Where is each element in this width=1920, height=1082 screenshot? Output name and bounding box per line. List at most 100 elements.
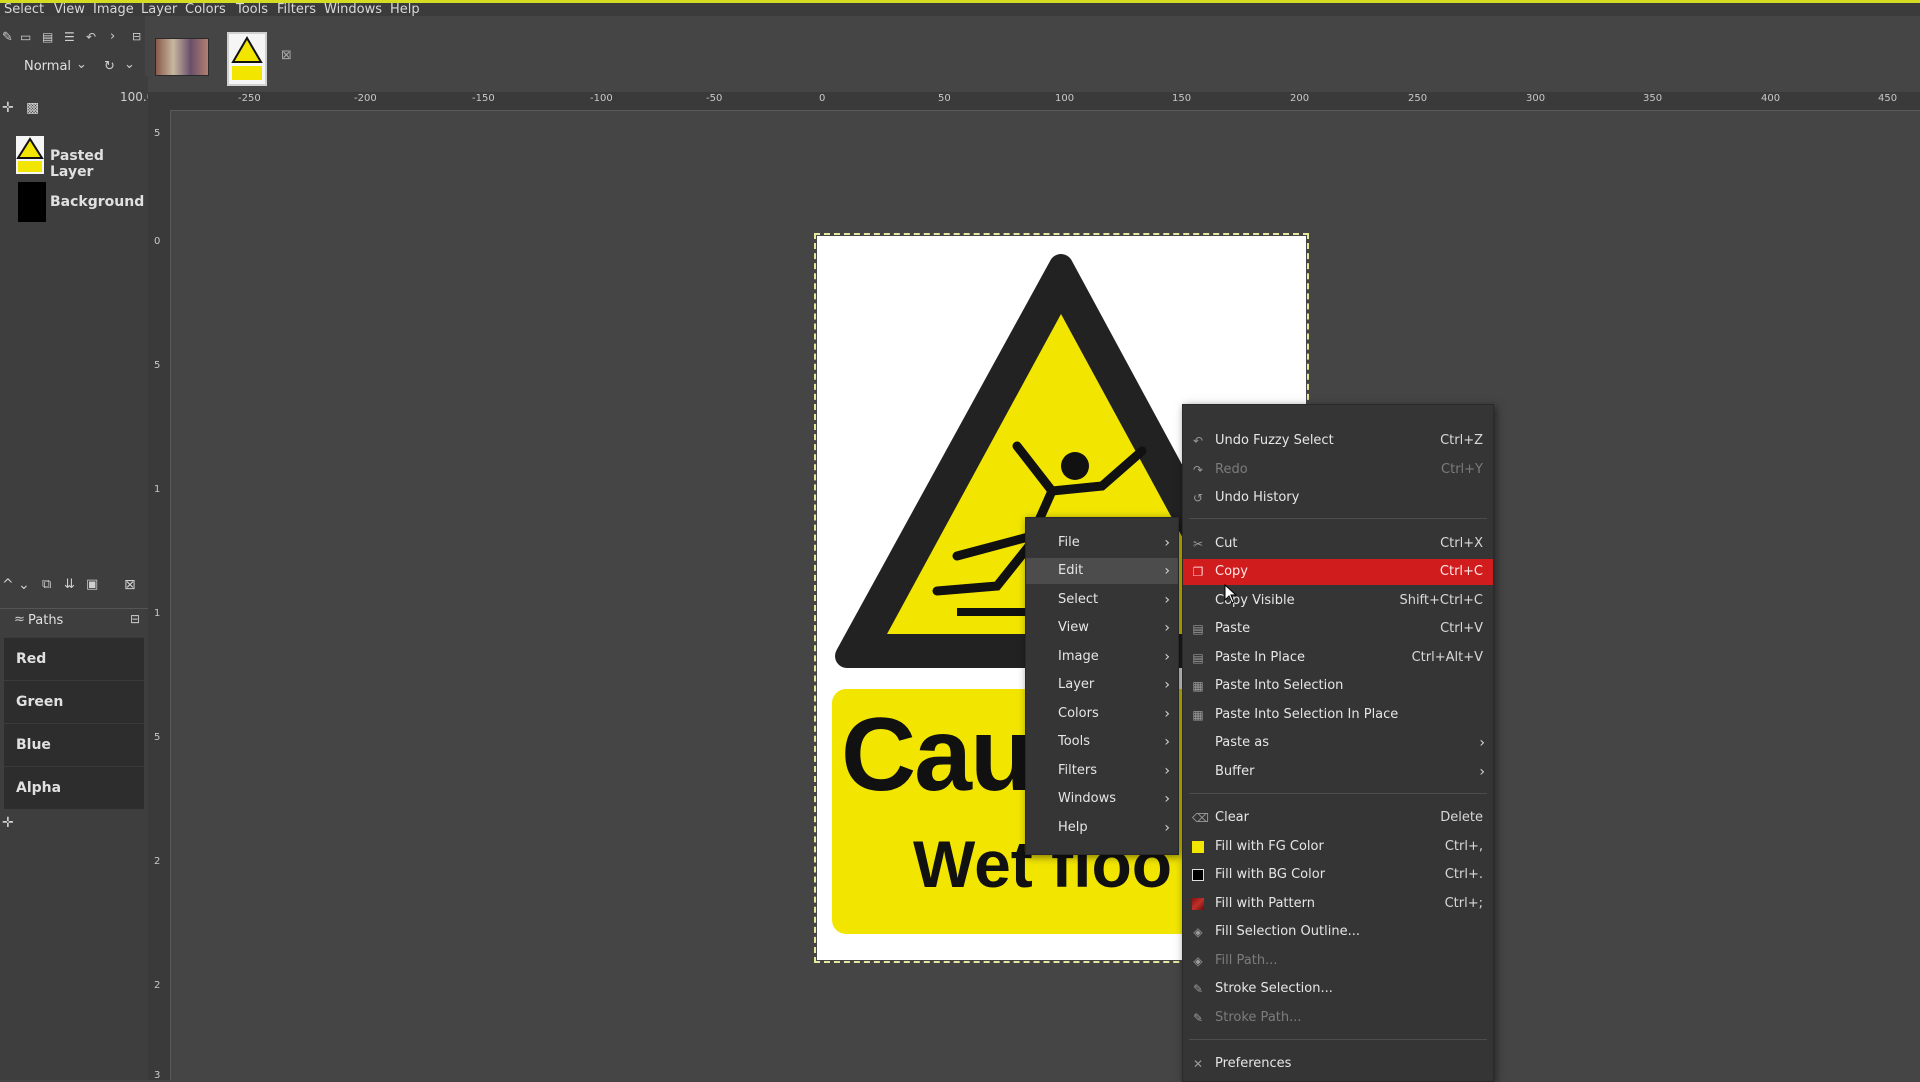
list-icon[interactable]: ☰	[64, 30, 75, 44]
paths-icon: ≈	[14, 612, 25, 627]
edit-buffer[interactable]: Buffer ›	[1183, 759, 1493, 785]
menubar-tools[interactable]: Tools	[236, 3, 268, 16]
chevron-right-icon: ›	[1164, 820, 1170, 836]
menubar-view[interactable]: View	[54, 3, 85, 16]
context-menu-filters[interactable]: Filters ›	[1026, 758, 1178, 784]
menubar-select[interactable]: Select	[4, 3, 44, 16]
context-menu-image[interactable]: Image ›	[1026, 644, 1178, 670]
chevron-right-icon[interactable]: ›	[110, 29, 115, 44]
dock-menu-icon[interactable]: ⊟	[132, 30, 141, 43]
context-menu-windows[interactable]: Windows ›	[1026, 786, 1178, 812]
paste-icon: ▤	[1192, 622, 1204, 636]
channel-row-alpha[interactable]: Alpha	[4, 766, 144, 809]
context-menu-view[interactable]: View ›	[1026, 615, 1178, 641]
stroke-icon: ✎	[1192, 982, 1204, 996]
tab-menu-icon[interactable]: ⊟	[130, 612, 140, 626]
mouse-cursor-icon	[1224, 584, 1238, 604]
edit-copy[interactable]: ❐ Copy Ctrl+C	[1183, 559, 1493, 585]
tool-options-bar: ✎ ▭ ▤ ☰ ↶ › ⊟ Normal ⌄ ↻ ⌄	[0, 16, 145, 76]
edit-preferences[interactable]: ✕ Preferences	[1183, 1051, 1493, 1077]
chevron-down-icon[interactable]: ⌄	[124, 57, 135, 72]
channel-row-blue[interactable]: Blue	[4, 723, 144, 766]
delete-icon[interactable]: ⊠	[124, 577, 136, 593]
eraser-icon: ⌫	[1192, 811, 1209, 825]
edit-paste-in-place[interactable]: ▤ Paste In Place Ctrl+Alt+V	[1183, 645, 1493, 671]
menu-separator	[1189, 1039, 1487, 1040]
edit-undo[interactable]: ↶ Undo Fuzzy Select Ctrl+Z	[1183, 428, 1493, 454]
chevron-down-icon[interactable]: ⌄	[18, 577, 30, 593]
context-menu-file[interactable]: File ›	[1026, 530, 1178, 556]
duplicate-icon[interactable]: ⧉	[42, 577, 51, 592]
chevron-right-icon: ›	[1164, 592, 1170, 608]
edit-cut[interactable]: ✂ Cut Ctrl+X	[1183, 531, 1493, 557]
edit-undo-history[interactable]: ↺ Undo History	[1183, 485, 1493, 511]
undo-icon: ↶	[1192, 434, 1204, 448]
channel-row-green[interactable]: Green	[4, 680, 144, 723]
stroke-icon: ✎	[1192, 1011, 1204, 1025]
ruler-left[interactable]: 5 0 5 1 1 5 2 2 3	[148, 110, 171, 1081]
context-menu-edit[interactable]: Edit ›	[1026, 558, 1178, 584]
undo-icon[interactable]: ↶	[86, 30, 96, 44]
move-icon[interactable]: ✛	[2, 100, 14, 116]
mode-select[interactable]: Normal	[24, 59, 71, 74]
checker-icon[interactable]: ▩	[26, 100, 39, 116]
menubar-help[interactable]: Help	[390, 3, 420, 16]
chevron-right-icon: ›	[1164, 677, 1170, 693]
edit-stroke-selection[interactable]: ✎ Stroke Selection...	[1183, 976, 1493, 1002]
context-menu-tools[interactable]: Tools ›	[1026, 729, 1178, 755]
paste-icon: ▤	[1192, 651, 1204, 665]
edit-fill-pattern[interactable]: Fill with Pattern Ctrl+;	[1183, 891, 1493, 917]
edit-stroke-path[interactable]: ✎ Stroke Path...	[1183, 1005, 1493, 1031]
ruler-top[interactable]: -250 -200 -150 -100 -50 0 50 100 150 200…	[158, 92, 1920, 111]
image-tab-thumbnail-1[interactable]	[155, 38, 209, 76]
menubar-image[interactable]: Image	[93, 3, 134, 16]
edit-paste-into-selection[interactable]: ▦ Paste Into Selection	[1183, 673, 1493, 699]
edit-paste-into-selection-in-place[interactable]: ▦ Paste Into Selection In Place	[1183, 702, 1493, 728]
edit-paste[interactable]: ▤ Paste Ctrl+V	[1183, 616, 1493, 642]
context-menu-help[interactable]: Help ›	[1026, 815, 1178, 841]
menubar-layer[interactable]: Layer	[141, 3, 177, 16]
menubar-windows[interactable]: Windows	[324, 3, 382, 16]
layer-row-background[interactable]: Background	[10, 180, 145, 224]
menubar-colors[interactable]: Colors	[185, 3, 226, 16]
context-menu: File › Edit › Select › View › Image › Layer › …	[1025, 517, 1179, 855]
chevron-right-icon: ›	[1164, 649, 1170, 665]
pattern-swatch-icon	[1192, 898, 1204, 910]
tools-icon: ✕	[1192, 1057, 1204, 1071]
anchor-icon[interactable]: ⇊	[64, 577, 75, 592]
layers-action-bar: ^ ⌄ ⧉ ⇊ ▣ ⊠	[0, 575, 148, 599]
layer-name: Background	[50, 194, 145, 210]
chevron-right-icon: ›	[1164, 563, 1170, 579]
edit-fill-selection-outline[interactable]: ◈ Fill Selection Outline...	[1183, 919, 1493, 945]
edit-paste-as[interactable]: Paste as ›	[1183, 730, 1493, 756]
mask-icon[interactable]: ▣	[86, 577, 98, 592]
chevron-down-icon[interactable]: ⌄	[76, 57, 87, 72]
edit-redo[interactable]: ↷ Redo Ctrl+Y	[1183, 457, 1493, 483]
redo-icon: ↷	[1192, 463, 1204, 477]
menubar: Select View Image Layer Colors Tools Fil…	[0, 3, 1920, 16]
chevron-right-icon: ›	[1479, 735, 1485, 751]
reset-icon[interactable]: ↻	[104, 59, 115, 74]
chevron-right-icon: ›	[1479, 764, 1485, 780]
chevron-up-icon[interactable]: ^	[2, 577, 14, 593]
edit-clear[interactable]: ⌫ Clear Delete	[1183, 805, 1493, 831]
image-tab-thumbnail-2[interactable]	[227, 32, 267, 86]
bucket-icon: ◈	[1193, 925, 1203, 939]
menubar-filters[interactable]: Filters	[277, 3, 316, 16]
bucket-icon: ◈	[1193, 954, 1203, 968]
close-icon[interactable]: ⊠	[281, 48, 292, 63]
copy-icon: ❐	[1192, 565, 1204, 579]
window-icon[interactable]: ▭	[20, 30, 31, 44]
context-menu-select[interactable]: Select ›	[1026, 587, 1178, 613]
paths-tab[interactable]: Paths	[28, 613, 63, 628]
edit-fill-bg[interactable]: Fill with BG Color Ctrl+.	[1183, 862, 1493, 888]
paintbrush-icon[interactable]: ✎	[2, 30, 13, 45]
layer-row-pasted[interactable]: Pasted Layer	[10, 134, 145, 180]
stack-icon[interactable]: ▤	[42, 30, 53, 44]
context-menu-colors[interactable]: Colors ›	[1026, 701, 1178, 727]
move-icon[interactable]: ✛	[2, 815, 14, 831]
edit-fill-path[interactable]: ◈ Fill Path...	[1183, 948, 1493, 974]
edit-fill-fg[interactable]: Fill with FG Color Ctrl+,	[1183, 834, 1493, 860]
channel-row-red[interactable]: Red	[4, 637, 144, 680]
context-menu-layer[interactable]: Layer ›	[1026, 672, 1178, 698]
